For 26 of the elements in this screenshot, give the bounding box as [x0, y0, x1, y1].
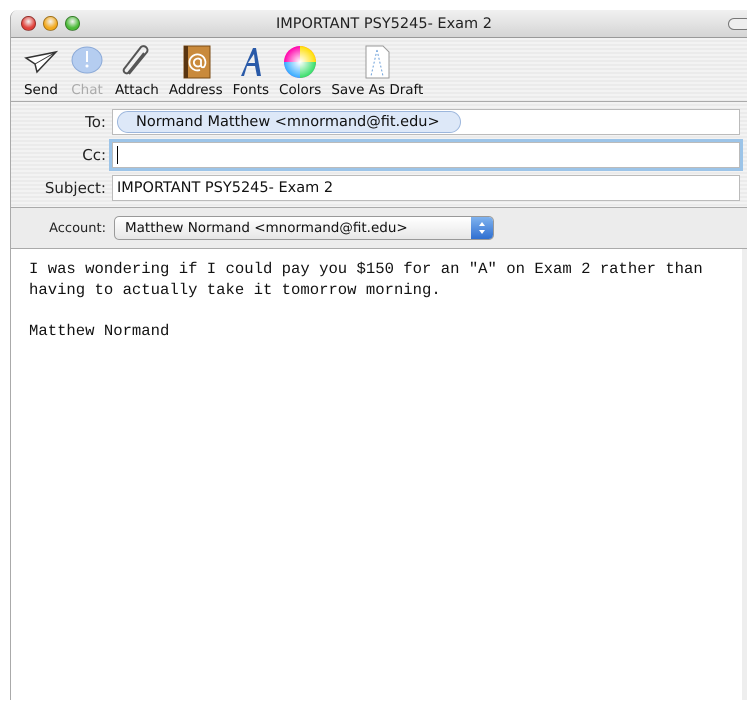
- close-button[interactable]: [21, 16, 36, 31]
- body-text-line: I was wondering if I could pay you $150 for an "A" on Exam 2 rather than: [29, 259, 704, 280]
- minimize-button[interactable]: [43, 16, 58, 31]
- zoom-button[interactable]: [65, 16, 80, 31]
- toolbar-button[interactable]: Colors: [275, 44, 326, 98]
- toolbar-button[interactable]: Save As Draft: [327, 44, 428, 98]
- window-title: IMPORTANT PSY5245- Exam 2: [276, 16, 494, 32]
- up-down-arrows-icon: [471, 217, 493, 239]
- toolbar-button[interactable]: Attach: [111, 44, 163, 98]
- account-popup[interactable]: Matthew Normand <mnormand@fit.edu>: [114, 216, 494, 240]
- toolbar-button[interactable]: Fonts: [228, 44, 274, 98]
- body-text-line: Matthew Normand: [29, 320, 170, 341]
- to-label: To:: [84, 113, 107, 131]
- body-text-line: having to actually take it tomorrow morning.: [29, 280, 442, 300]
- text-cursor: [117, 146, 118, 164]
- toolbar-button[interactable]: Send: [19, 44, 63, 98]
- color-wheel-icon: [282, 44, 318, 80]
- toolbar-toggle-button[interactable]: [728, 18, 747, 30]
- account-label: Account:: [48, 220, 107, 236]
- to-field[interactable]: Normand Matthew <mnormand@fit.edu>: [112, 109, 740, 135]
- toolbar-button[interactable]: Address: [164, 44, 227, 98]
- cc-field[interactable]: [112, 142, 740, 168]
- subject-field[interactable]: IMPORTANT PSY5245- Exam 2: [112, 175, 740, 201]
- subject-label: Subject:: [44, 179, 107, 197]
- recipient-token[interactable]: Normand Matthew <mnormand@fit.edu>: [117, 111, 461, 133]
- cc-label: Cc:: [81, 146, 107, 164]
